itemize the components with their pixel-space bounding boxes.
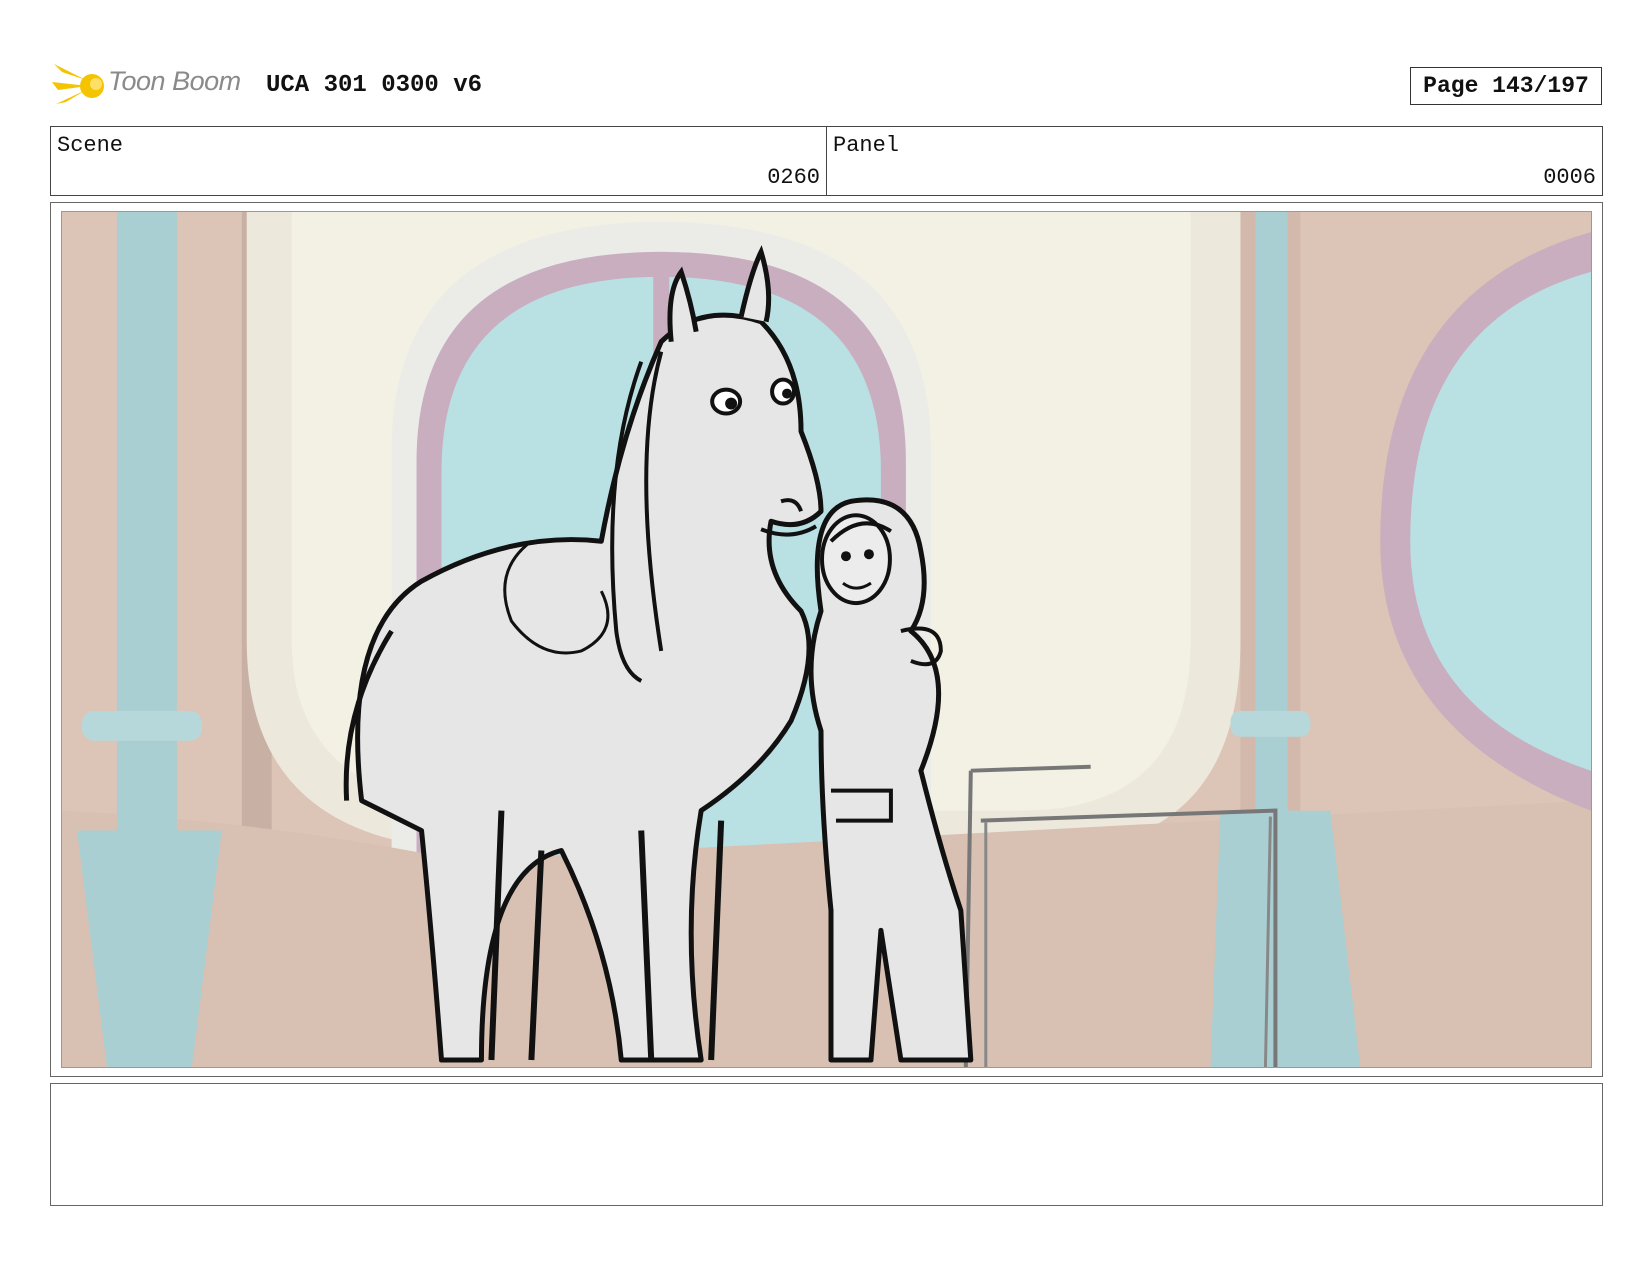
scene-number: 0260 <box>767 165 820 190</box>
scene-label: Scene <box>57 133 124 158</box>
scene-cell: Scene 0260 <box>51 127 826 195</box>
scene-panel-info: Scene 0260 Panel 0006 <box>50 126 1603 196</box>
starburst-icon <box>52 64 104 104</box>
logo-text: Toon Boom <box>108 66 241 96</box>
toon-boom-logo: Toon Boom <box>52 58 252 114</box>
panel-label: Panel <box>833 133 900 158</box>
document-title: UCA 301 0300 v6 <box>266 72 483 99</box>
storyboard-panel-image <box>61 211 1592 1068</box>
panel-notes-box <box>50 1083 1603 1206</box>
panel-cell: Panel 0006 <box>826 127 1602 195</box>
horse-and-girl-sketch <box>62 212 1591 1067</box>
panel-number: 0006 <box>1543 165 1596 190</box>
storyboard-panel-frame <box>50 202 1603 1077</box>
page-indicator: Page 143/197 <box>1410 67 1602 105</box>
